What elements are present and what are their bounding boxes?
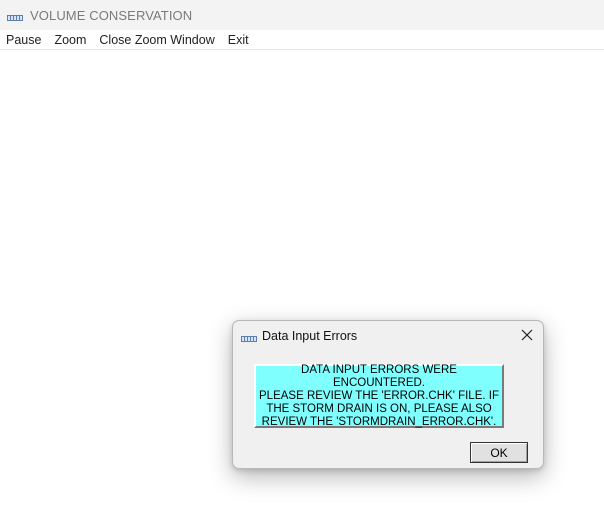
menu-item-exit[interactable]: Exit <box>222 33 255 47</box>
ok-button[interactable]: OK <box>470 442 528 463</box>
app-logo-icon <box>241 331 257 342</box>
menu-item-close-zoom-window[interactable]: Close Zoom Window <box>93 33 220 47</box>
data-input-errors-dialog: Data Input Errors DATA INPUT ERRORS WERE… <box>232 320 544 469</box>
error-message: DATA INPUT ERRORS WERE ENCOUNTERED. PLEA… <box>259 363 499 428</box>
app-logo-icon <box>7 10 23 21</box>
title-bar: VOLUME CONSERVATION <box>0 0 604 30</box>
error-message-box: DATA INPUT ERRORS WERE ENCOUNTERED. PLEA… <box>254 364 504 428</box>
dialog-title: Data Input Errors <box>262 329 358 343</box>
menu-bar: Pause Zoom Close Zoom Window Exit <box>0 30 604 50</box>
window-title: VOLUME CONSERVATION <box>30 7 193 23</box>
close-icon[interactable] <box>519 327 535 343</box>
menu-item-zoom[interactable]: Zoom <box>48 33 92 47</box>
main-window: VOLUME CONSERVATION Pause Zoom Close Zoo… <box>0 0 604 520</box>
dialog-title-bar[interactable]: Data Input Errors <box>233 321 543 351</box>
menu-item-pause[interactable]: Pause <box>0 33 47 47</box>
